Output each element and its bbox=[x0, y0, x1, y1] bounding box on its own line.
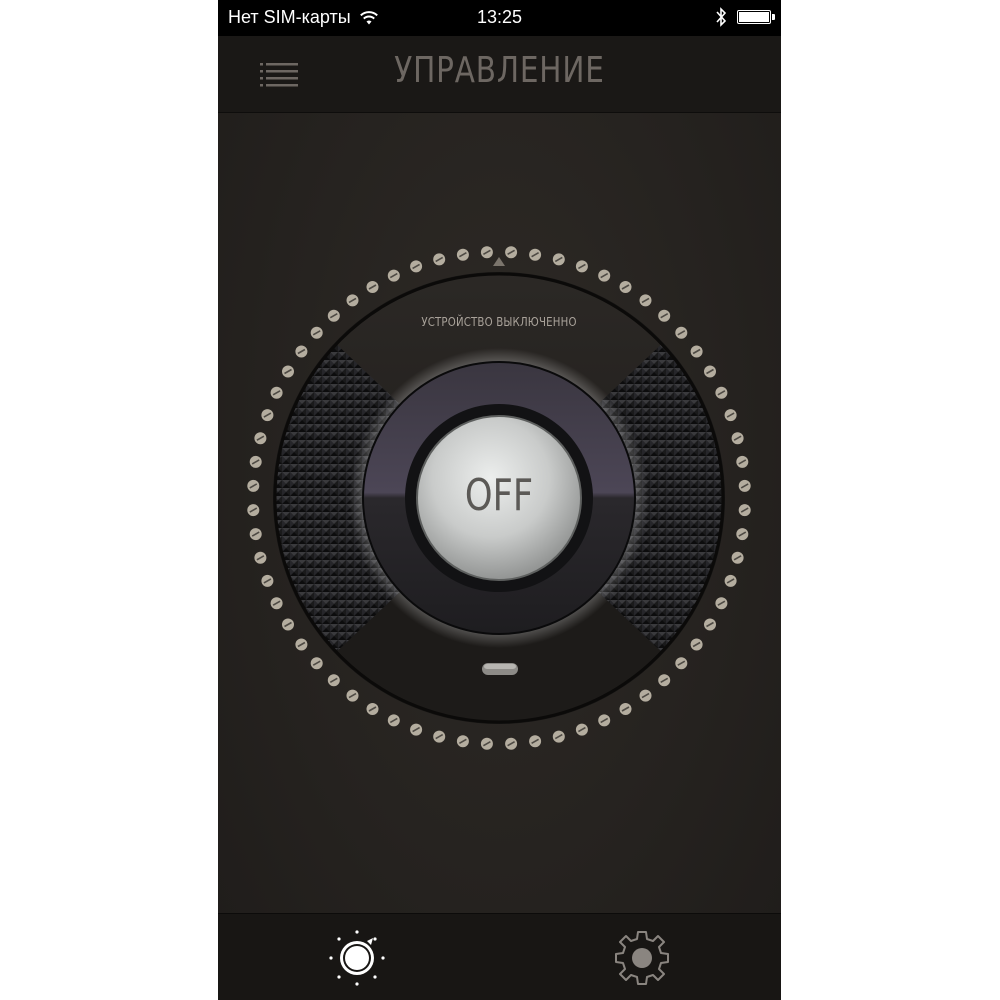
status-bar: Нет SIM-карты 13:25 bbox=[218, 0, 781, 36]
tick-dot bbox=[731, 432, 744, 445]
page-title: УПРАВЛЕНИЕ bbox=[394, 50, 605, 91]
tick-dot bbox=[249, 528, 262, 541]
tick-dot bbox=[724, 409, 737, 422]
pointer-marker bbox=[493, 257, 505, 266]
tick-dot bbox=[295, 638, 308, 651]
tick-dot bbox=[619, 703, 632, 715]
tick-dot bbox=[410, 723, 423, 736]
tick-dot bbox=[639, 689, 652, 702]
tick-dot bbox=[715, 597, 728, 610]
tick-dot bbox=[598, 269, 611, 282]
tick-dot bbox=[295, 345, 308, 358]
tick-dot bbox=[715, 386, 728, 399]
tick-dot bbox=[310, 326, 323, 339]
tick-dot bbox=[505, 737, 518, 750]
tick-dot bbox=[575, 260, 588, 273]
tick-dot bbox=[704, 618, 716, 631]
tick-dot bbox=[505, 246, 518, 259]
tick-dot bbox=[675, 657, 688, 670]
tick-dot bbox=[310, 657, 323, 670]
tick-dot bbox=[366, 703, 379, 715]
tick-dot bbox=[327, 674, 340, 687]
tick-dot bbox=[619, 281, 632, 293]
tick-dot bbox=[738, 504, 751, 517]
tick-dot bbox=[456, 248, 469, 261]
tick-dot bbox=[724, 574, 737, 587]
tick-dot bbox=[282, 365, 294, 378]
tick-dot bbox=[480, 246, 493, 259]
tick-dot bbox=[658, 674, 671, 687]
power-button[interactable] bbox=[416, 415, 582, 581]
tick-dot bbox=[346, 689, 359, 702]
tick-dot bbox=[575, 723, 588, 736]
tick-dot bbox=[247, 479, 260, 492]
gear-icon[interactable] bbox=[608, 924, 676, 992]
tick-dot bbox=[639, 294, 652, 307]
tick-dot bbox=[456, 735, 469, 748]
tick-dot bbox=[270, 386, 283, 399]
bluetooth-icon bbox=[716, 7, 727, 27]
tab-bar bbox=[218, 913, 781, 1000]
tick-dot bbox=[261, 409, 274, 422]
tick-dot bbox=[282, 618, 294, 631]
tick-dot bbox=[598, 714, 611, 727]
tick-dot bbox=[736, 455, 749, 468]
tick-dot bbox=[529, 248, 542, 261]
tick-dot bbox=[552, 730, 565, 743]
tick-dot bbox=[675, 326, 688, 339]
tick-dot bbox=[247, 504, 260, 517]
lamp-control-icon[interactable] bbox=[323, 924, 391, 992]
tick-dot bbox=[736, 528, 749, 541]
tick-dot bbox=[738, 479, 751, 492]
tick-dot bbox=[366, 281, 379, 293]
tick-dot bbox=[529, 735, 542, 748]
tick-dot bbox=[254, 432, 267, 445]
battery-icon bbox=[737, 10, 775, 24]
tick-dot bbox=[327, 309, 340, 322]
tick-dot bbox=[690, 345, 703, 358]
tick-dot bbox=[387, 269, 400, 282]
tick-dot bbox=[249, 455, 262, 468]
phone-screen: Нет SIM-карты 13:25 УПРАВЛЕНИЕ УСТРОЙСТВ… bbox=[218, 0, 781, 1000]
tick-dot bbox=[270, 597, 283, 610]
tick-dot bbox=[480, 737, 493, 750]
tick-dot bbox=[658, 309, 671, 322]
clock: 13:25 bbox=[476, 7, 523, 27]
tick-dot bbox=[731, 551, 744, 564]
device-status-text: УСТРОЙСТВО ВЫКЛЮЧЕННО bbox=[421, 315, 577, 329]
tick-dot bbox=[433, 253, 446, 266]
status-right bbox=[715, 7, 775, 27]
tick-dot bbox=[552, 253, 565, 266]
dial-control: УСТРОЙСТВО ВЫКЛЮЧЕННО OFF bbox=[218, 112, 781, 912]
tick-dot bbox=[254, 551, 267, 564]
tick-dot bbox=[704, 365, 716, 378]
tick-dot bbox=[346, 294, 359, 307]
tick-dot bbox=[410, 260, 423, 273]
tick-dot bbox=[690, 638, 703, 651]
navigation-bar: УПРАВЛЕНИЕ bbox=[218, 36, 781, 113]
tick-dot bbox=[261, 574, 274, 587]
tick-dot bbox=[433, 730, 446, 743]
tick-dot bbox=[387, 714, 400, 727]
